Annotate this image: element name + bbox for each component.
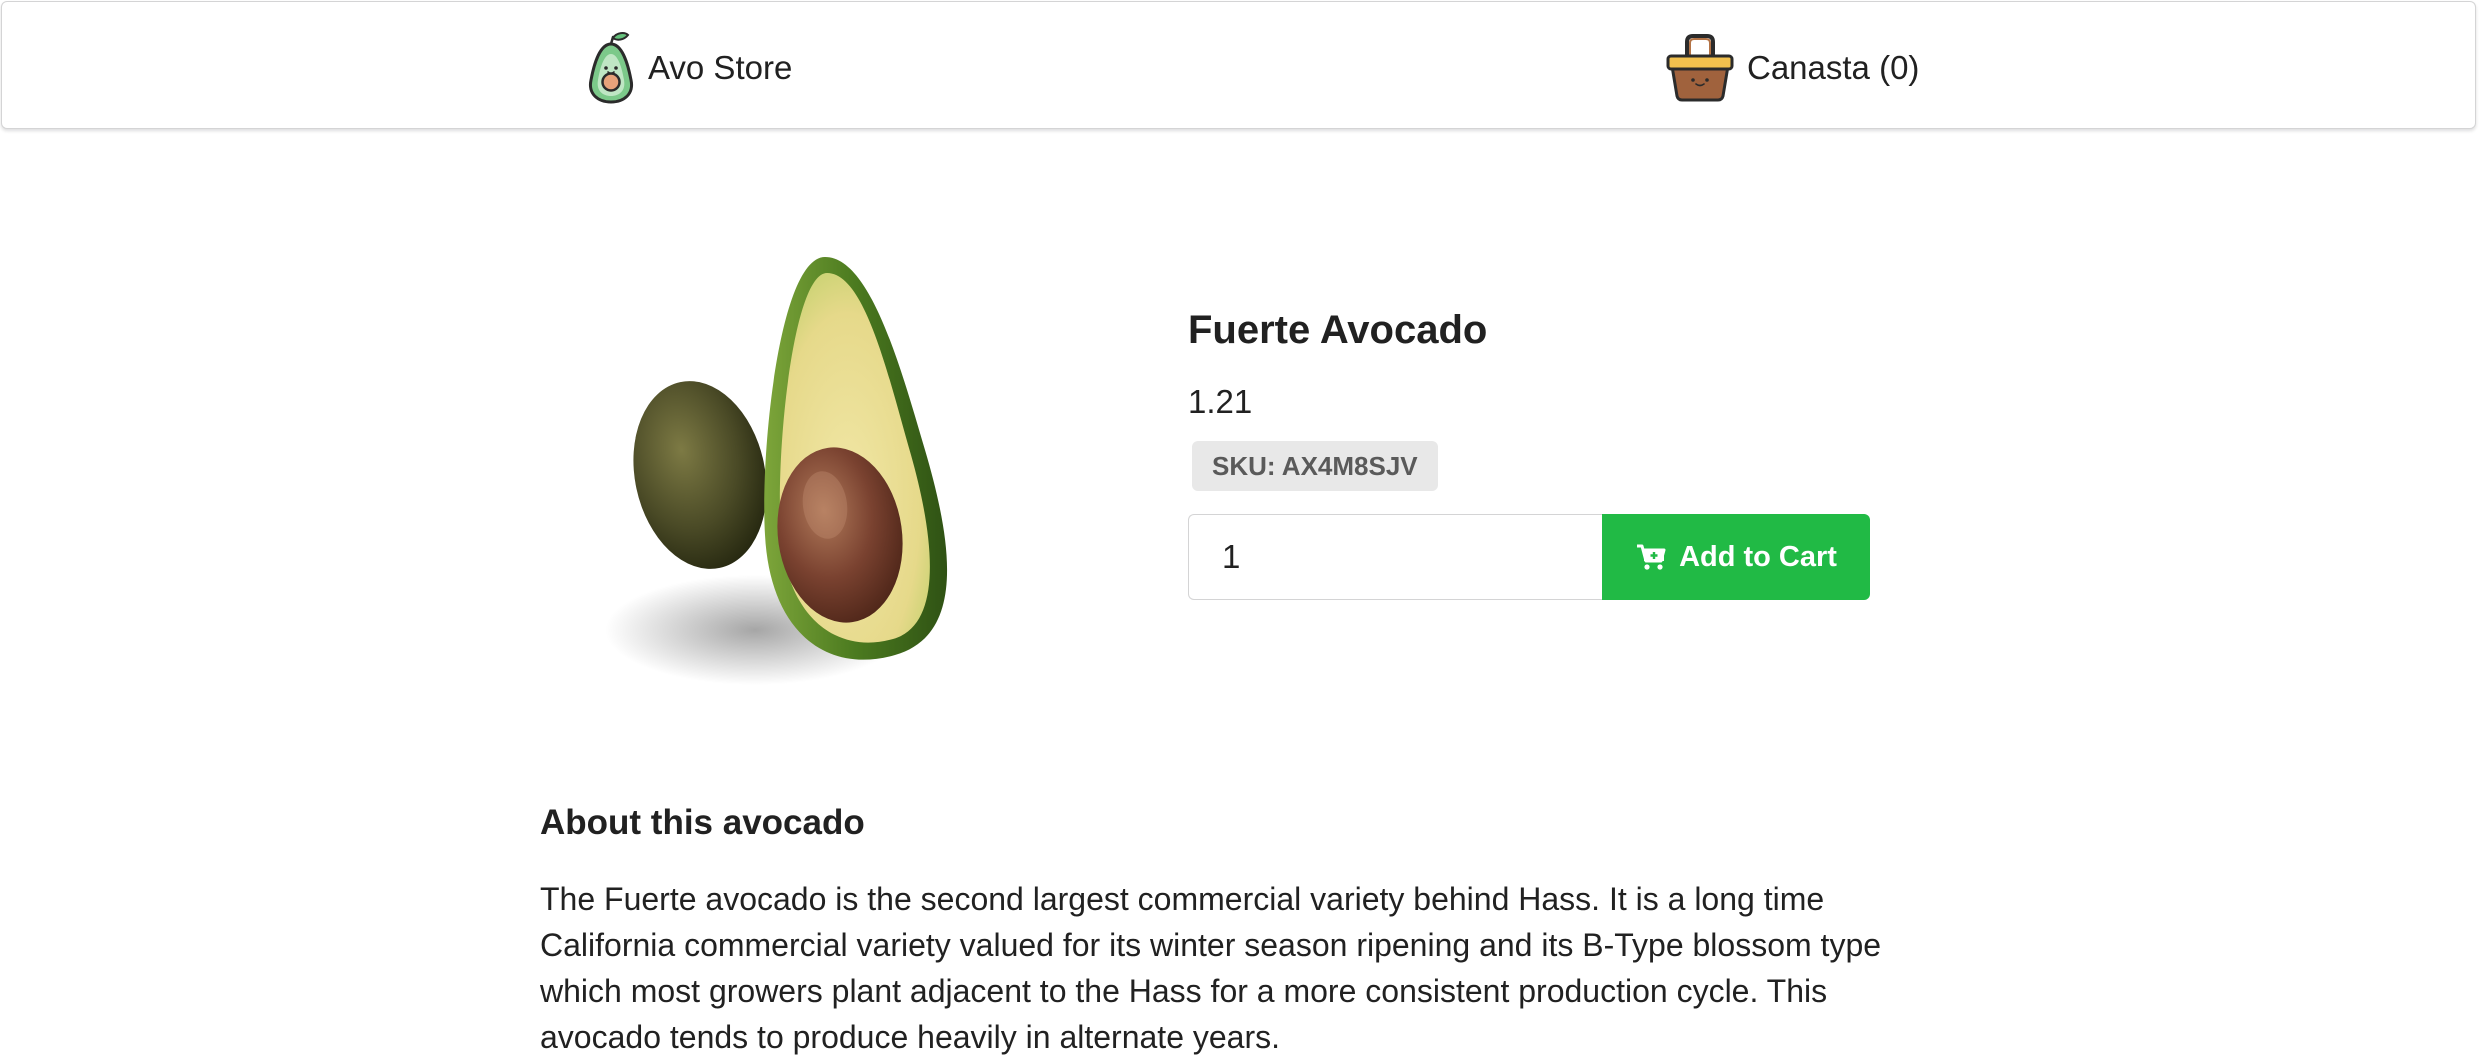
cart-plus-icon (1637, 544, 1666, 570)
add-to-cart-button[interactable]: Add to Cart (1602, 514, 1870, 600)
basket-icon (1666, 34, 1734, 102)
avocado-logo-icon (588, 32, 634, 104)
quantity-input[interactable] (1188, 514, 1603, 600)
product-image (575, 235, 1015, 755)
product-title: Fuerte Avocado (1188, 308, 1488, 352)
add-to-cart-label: Add to Cart (1679, 540, 1837, 573)
about-heading: About this avocado (540, 803, 865, 842)
brand-label: Avo Store (648, 48, 793, 86)
cart-link[interactable]: Canasta (0) (1665, 32, 1919, 102)
avocado-half-photo (605, 257, 948, 685)
about-description: The Fuerte avocado is the second largest… (540, 881, 1882, 1055)
product-price: 1.21 (1188, 383, 1253, 420)
cart-label: Canasta (0) (1747, 48, 1920, 86)
sku-badge: SKU: AX4M8SJV (1192, 441, 1438, 491)
home-link[interactable]: Avo Store (586, 30, 792, 104)
top-menu: Avo Store Canasta (0) (1, 1, 2476, 129)
